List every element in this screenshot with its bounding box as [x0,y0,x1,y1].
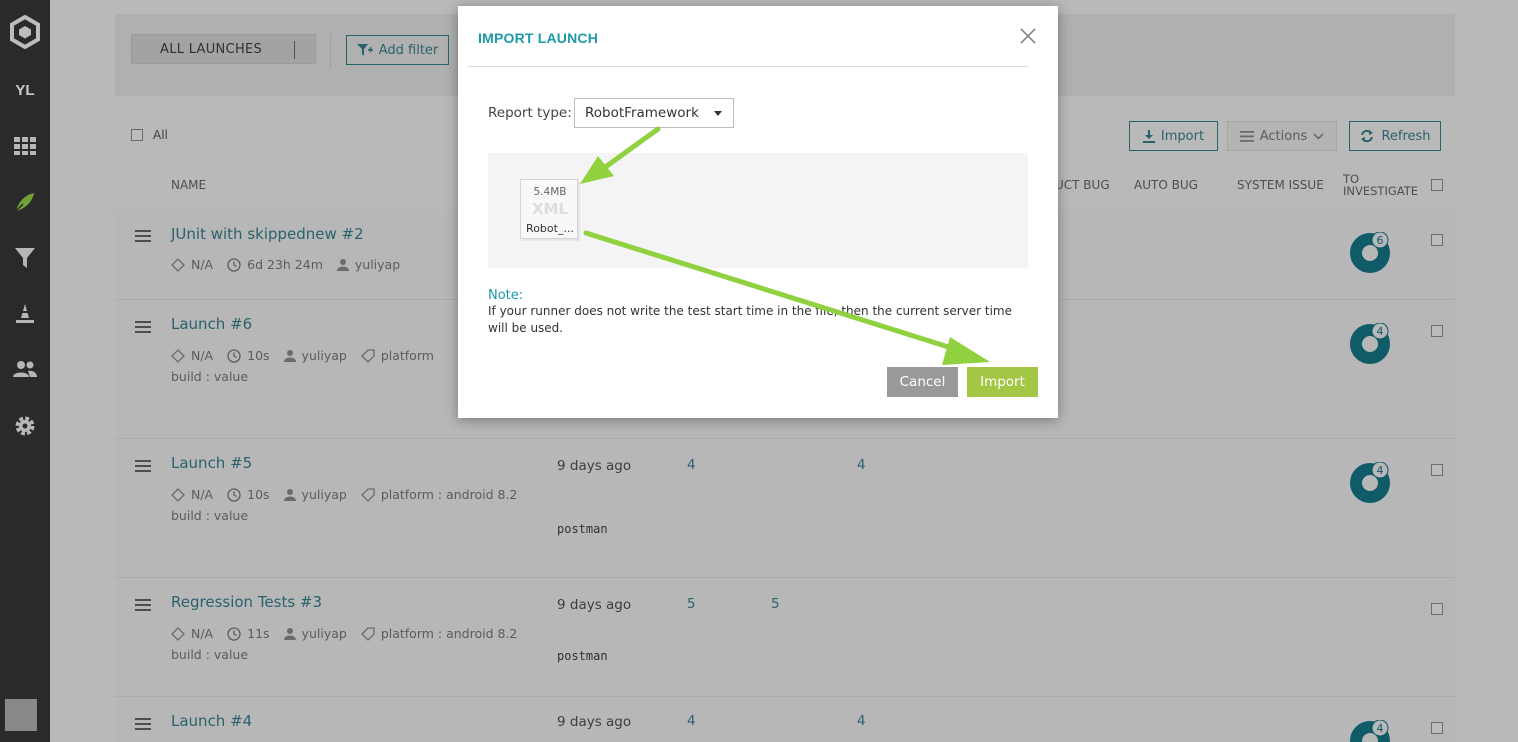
report-type-value: RobotFramework [585,105,699,121]
import-submit-button[interactable]: Import [967,367,1038,397]
modal-divider [468,66,1028,67]
report-type-label: Report type: [488,105,572,121]
note-label: Note: [488,288,524,303]
cancel-button[interactable]: Cancel [887,367,958,397]
modal-title: IMPORT LAUNCH [478,30,599,46]
note-text: If your runner does not write the test s… [488,304,1012,335]
report-type-select[interactable]: RobotFramework [574,98,734,128]
uploaded-file[interactable]: 5.4MB XML Robot_... [520,179,578,239]
close-icon[interactable] [1018,26,1038,46]
file-type-icon: XML [531,200,569,218]
file-size: 5.4MB [533,186,567,198]
file-dropzone[interactable]: 5.4MB XML Robot_... [488,153,1028,268]
caret-down-icon [714,111,722,116]
file-name: Robot_... [526,222,574,235]
import-launch-modal: IMPORT LAUNCH Report type: RobotFramewor… [458,6,1058,418]
